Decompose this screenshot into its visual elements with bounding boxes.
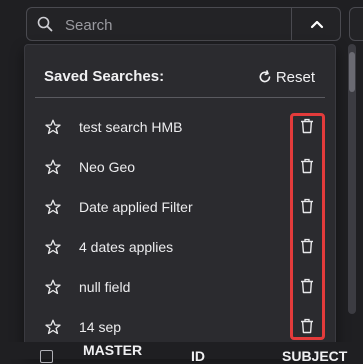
select-all-checkbox[interactable] xyxy=(40,350,53,363)
saved-search-label: null field xyxy=(79,279,131,295)
saved-search-item[interactable]: 4 dates applies xyxy=(25,228,335,268)
star-icon[interactable] xyxy=(45,159,61,175)
search-input[interactable] xyxy=(63,8,297,42)
table-header: MASTER ID SUBJECT xyxy=(0,342,363,364)
saved-search-item[interactable]: Date applied Filter xyxy=(25,188,335,228)
chevron-up-icon xyxy=(310,20,323,29)
saved-searches-header: Saved Searches: Reset xyxy=(25,45,335,97)
adjacent-control[interactable] xyxy=(349,7,363,41)
star-icon[interactable] xyxy=(45,199,61,215)
saved-search-item[interactable]: test search HMB xyxy=(25,108,335,148)
saved-search-label: Date applied Filter xyxy=(79,199,193,215)
column-header-master[interactable]: MASTER xyxy=(83,342,142,358)
search-toggle-button[interactable] xyxy=(291,8,341,40)
reset-button[interactable]: Reset xyxy=(258,67,315,87)
reset-label: Reset xyxy=(275,68,315,86)
search-icon xyxy=(37,16,53,32)
reset-icon xyxy=(259,70,271,83)
saved-search-label: test search HMB xyxy=(79,119,183,135)
saved-search-label: 14 sep xyxy=(79,319,122,335)
saved-searches-list: test search HMB Neo Geo Date applied Fil… xyxy=(25,108,335,348)
background-left xyxy=(0,44,24,342)
saved-search-item[interactable]: null field xyxy=(25,268,335,308)
saved-searches-title: Saved Searches: xyxy=(44,68,165,85)
header-divider xyxy=(35,97,325,98)
star-icon[interactable] xyxy=(45,119,61,135)
saved-search-label: Neo Geo xyxy=(79,159,136,175)
search-bar xyxy=(26,7,341,42)
saved-search-item[interactable]: Neo Geo xyxy=(25,148,335,188)
scrollbar-thumb[interactable] xyxy=(349,52,355,92)
saved-search-label: 4 dates applies xyxy=(79,239,174,255)
star-icon[interactable] xyxy=(45,239,61,255)
star-icon[interactable] xyxy=(45,279,61,295)
delete-icons-highlight xyxy=(290,113,325,340)
star-icon[interactable] xyxy=(45,319,61,335)
column-header-id[interactable]: ID xyxy=(191,348,205,364)
column-header-subject[interactable]: SUBJECT xyxy=(282,348,347,364)
